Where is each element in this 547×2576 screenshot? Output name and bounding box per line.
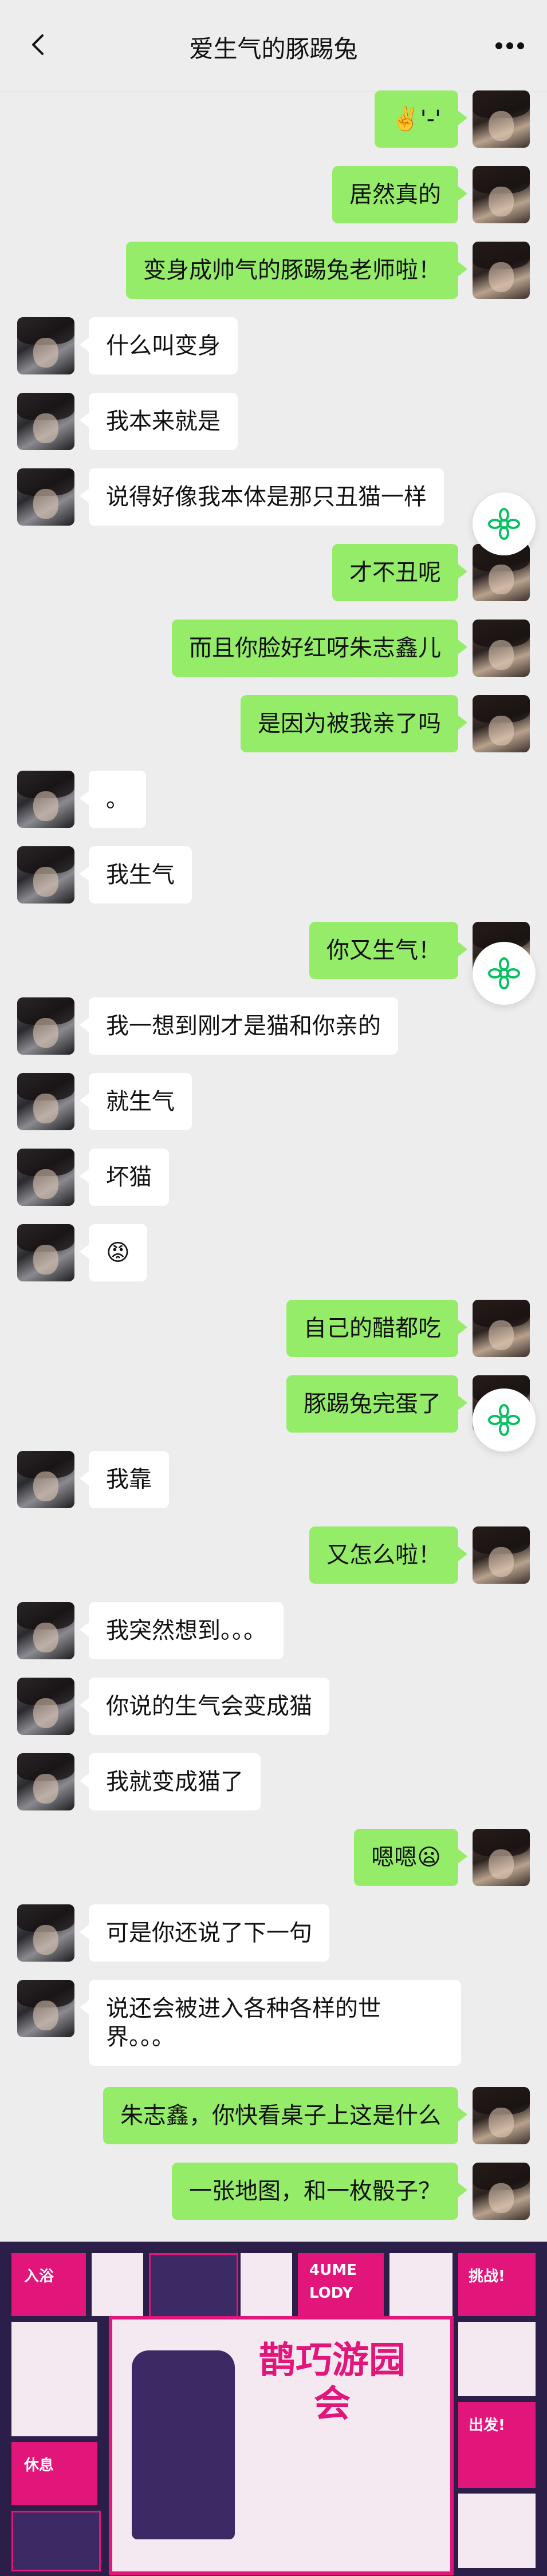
message-bubble[interactable]: ✌️'-' xyxy=(374,90,468,148)
message-bubble[interactable]: 豚踢兔完蛋了 xyxy=(286,1375,467,1433)
avatar[interactable] xyxy=(473,1526,530,1584)
poster-title: 鹊巧游园会 xyxy=(259,2339,406,2425)
message-bubble[interactable]: 我生气 xyxy=(80,846,192,904)
more-button[interactable] xyxy=(490,29,530,63)
nav-bar: 爱生气的豚踢兔 xyxy=(0,0,547,92)
avatar[interactable] xyxy=(17,1073,74,1130)
avatar[interactable] xyxy=(17,771,74,828)
message-bubble[interactable]: 我就变成猫了 xyxy=(80,1753,261,1810)
avatar[interactable] xyxy=(473,1300,530,1357)
poster-label: 4UME xyxy=(309,2262,357,2279)
message-bubble[interactable]: 我一想到刚才是猫和你亲的 xyxy=(80,997,398,1055)
avatar[interactable] xyxy=(17,1451,74,1508)
message-bubble[interactable]: 我突然想到。。。 xyxy=(80,1602,284,1659)
message-bubble[interactable]: 我本来就是 xyxy=(80,393,238,450)
avatar[interactable] xyxy=(17,1753,74,1810)
avatar[interactable] xyxy=(17,317,74,374)
message-bubble[interactable]: 坏猫 xyxy=(80,1149,169,1206)
avatar[interactable] xyxy=(473,90,530,148)
message-bubble[interactable]: 说得好像我本体是那只丑猫一样 xyxy=(80,468,444,526)
avatar[interactable] xyxy=(473,166,530,223)
poster-tile xyxy=(149,2253,238,2319)
message-bubble[interactable]: 自己的醋都吃 xyxy=(286,1300,467,1357)
poster-label: 休息 xyxy=(24,2457,54,2474)
avatar[interactable] xyxy=(473,2163,530,2220)
message-bubble[interactable]: 而且你脸好红呀朱志鑫儿 xyxy=(172,620,467,677)
message-bubble[interactable]: 嗯嗯😦 xyxy=(354,1829,467,1886)
poster-label: 入浴 xyxy=(24,2268,54,2285)
poster-tile xyxy=(11,2511,101,2571)
avatar[interactable] xyxy=(17,393,74,450)
avatar[interactable] xyxy=(17,1678,74,1735)
avatar[interactable] xyxy=(17,1149,74,1206)
poster-illustration xyxy=(132,2350,235,2539)
message-bubble[interactable]: 变身成帅气的豚踢兔老师啦！ xyxy=(126,242,467,299)
message-bubble[interactable]: 朱志鑫，你快看桌子上这是什么 xyxy=(103,2087,467,2144)
float-action-button[interactable] xyxy=(473,1388,536,1451)
poster-tile xyxy=(241,2253,292,2316)
poster-tile xyxy=(11,2322,97,2436)
avatar[interactable] xyxy=(17,1980,74,2037)
message-bubble[interactable]: 居然真的 xyxy=(332,166,467,223)
avatar[interactable] xyxy=(17,846,74,904)
avatar[interactable] xyxy=(17,997,74,1055)
avatar[interactable] xyxy=(17,1224,74,1281)
poster-image[interactable]: 鹊巧游园会 入浴 挑战! 出发! 休息 4UME LODY xyxy=(0,2242,547,2576)
message-bubble[interactable]: 说还会被进入各种各样的世界。。。 xyxy=(80,1980,461,2066)
message-bubble[interactable]: 。 xyxy=(80,771,146,828)
poster-tile xyxy=(389,2253,452,2316)
avatar[interactable] xyxy=(473,620,530,677)
avatar[interactable] xyxy=(17,468,74,526)
message-bubble[interactable]: 你又生气！ xyxy=(309,922,467,979)
poster-tile xyxy=(458,2494,536,2568)
avatar[interactable] xyxy=(473,2087,530,2144)
message-bubble[interactable]: 是因为被我亲了吗 xyxy=(241,695,467,752)
avatar[interactable] xyxy=(17,1602,74,1659)
message-bubble[interactable]: 又怎么啦！ xyxy=(309,1526,467,1584)
flower-icon xyxy=(488,1404,520,1436)
message-bubble[interactable]: 你说的生气会变成猫 xyxy=(80,1678,329,1735)
chat-title: 爱生气的豚踢兔 xyxy=(189,35,358,63)
avatar[interactable] xyxy=(473,242,530,299)
poster-tile xyxy=(458,2322,536,2396)
poster-label: LODY xyxy=(309,2285,353,2302)
avatar[interactable] xyxy=(473,695,530,752)
more-dots-icon xyxy=(495,42,524,49)
poster-tile xyxy=(92,2253,143,2316)
float-action-button[interactable] xyxy=(473,942,536,1005)
message-bubble[interactable]: 才不丑呢 xyxy=(332,544,467,601)
message-bubble[interactable]: 可是你还说了下一句 xyxy=(80,1904,329,1962)
message-bubble[interactable]: 就生气 xyxy=(80,1073,192,1130)
message-bubble[interactable]: 我靠 xyxy=(80,1451,169,1508)
avatar[interactable] xyxy=(473,1829,530,1886)
avatar[interactable] xyxy=(17,1904,74,1962)
flower-icon xyxy=(488,957,520,989)
float-action-button[interactable] xyxy=(473,492,536,555)
message-bubble[interactable]: 什么叫变身 xyxy=(80,317,238,374)
poster-label: 挑战! xyxy=(469,2268,505,2285)
message-bubble[interactable]: 一张地图，和一枚骰子？ xyxy=(172,2163,467,2220)
flower-icon xyxy=(488,508,520,540)
poster-label: 出发! xyxy=(469,2417,505,2434)
message-bubble[interactable]: 😡 xyxy=(80,1224,147,1281)
